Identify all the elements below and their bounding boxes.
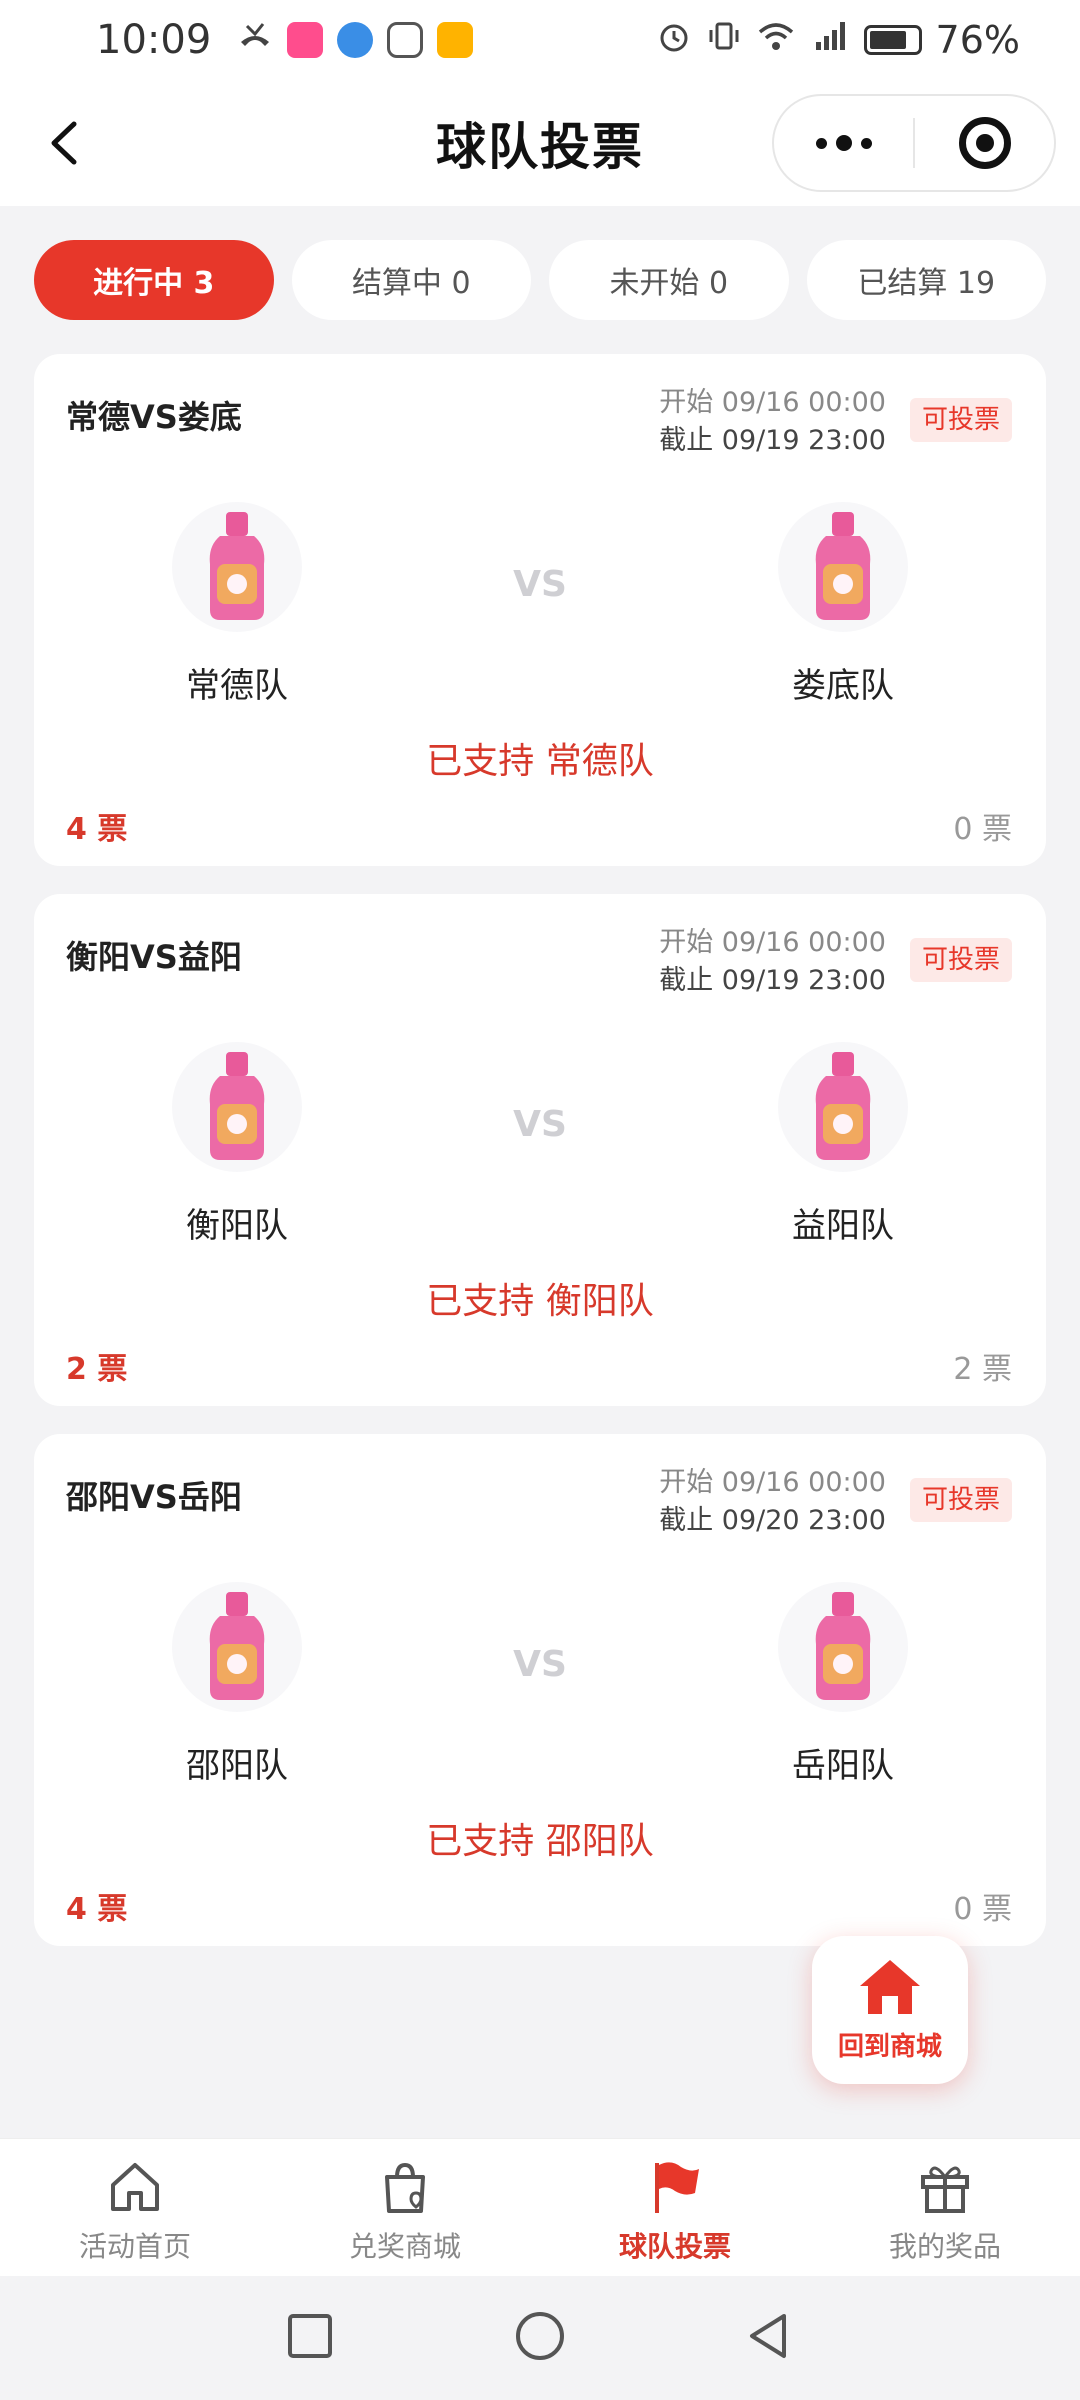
match-card[interactable]: 常德VS娄底 开始 09/16 00:00 截止 09/19 23:00 可投票… [34, 354, 1046, 866]
recent-apps-button[interactable] [282, 2308, 338, 2368]
team-b-votes: 0 票 [953, 1892, 1012, 1927]
bottom-tab-bar: 活动首页 兑奖商城 球队投票 我的奖品 [0, 2138, 1080, 2276]
browser-notification-icon [337, 22, 374, 58]
team-b[interactable]: 娄底队 [728, 502, 958, 707]
more-button[interactable] [774, 96, 913, 190]
video-notification-icon [437, 22, 474, 58]
team-b[interactable]: 益阳队 [728, 1042, 958, 1247]
team-a-name: 常德队 [186, 666, 288, 706]
team-b-name: 益阳队 [792, 1206, 894, 1246]
status-time: 10:09 [96, 17, 212, 63]
team-b-votes: 0 票 [953, 812, 1012, 847]
app-notification-icon [287, 22, 324, 58]
team-a-votes: 2 票 [66, 1352, 128, 1387]
team-b-bottle-image [778, 502, 908, 632]
tabbar-item-team-vote[interactable]: 球队投票 [540, 2139, 810, 2276]
end-time: 截止 09/20 23:00 [659, 1505, 886, 1536]
start-time: 开始 09/16 00:00 [659, 387, 886, 418]
match-time: 开始 09/16 00:00 截止 09/20 23:00 [659, 1464, 886, 1540]
team-a-name: 衡阳队 [186, 1206, 288, 1246]
status-badge: 可投票 [909, 1478, 1012, 1522]
match-title: 衡阳VS益阳 [66, 938, 242, 976]
gift-icon [921, 2166, 969, 2213]
target-circle-icon [958, 117, 1011, 169]
close-mini-program-button[interactable] [915, 96, 1054, 190]
home-system-button[interactable] [512, 2308, 568, 2368]
team-b-name: 娄底队 [792, 666, 894, 706]
match-title: 常德VS娄底 [66, 398, 242, 436]
home-outline-icon [111, 2163, 159, 2211]
tabbar-item-my-prizes[interactable]: 我的奖品 [810, 2139, 1080, 2276]
support-status: 已支持 邵阳队 [426, 1821, 654, 1862]
back-to-mall-label: 回到商城 [837, 2032, 942, 2062]
system-nav-bar [0, 2276, 1080, 2400]
page-title: 球队投票 [436, 118, 644, 176]
red-flag-icon [655, 2162, 699, 2213]
match-title: 邵阳VS岳阳 [66, 1478, 242, 1516]
match-time: 开始 09/16 00:00 截止 09/19 23:00 [659, 924, 886, 1000]
triangle-back-icon [750, 2314, 786, 2358]
tab-in-progress[interactable]: 进行中 3 [34, 240, 274, 320]
end-time: 截止 09/19 23:00 [659, 425, 886, 456]
match-card[interactable]: 邵阳VS岳阳 开始 09/16 00:00 截止 09/20 23:00 可投票… [34, 1434, 1046, 1946]
tabbar-label: 球队投票 [618, 2230, 731, 2263]
shopping-bag-heart-icon [385, 2162, 425, 2213]
nav-header: 球队投票 [0, 80, 1080, 206]
tabbar-label: 我的奖品 [888, 2230, 1001, 2263]
vibrate-icon [706, 18, 742, 63]
back-button[interactable] [36, 110, 96, 176]
wifi-icon [756, 18, 796, 63]
match-time: 开始 09/16 00:00 截止 09/19 23:00 [659, 384, 886, 460]
support-status: 已支持 衡阳队 [426, 1281, 654, 1322]
support-status: 已支持 常德队 [426, 741, 654, 782]
chevron-left-icon [51, 121, 77, 165]
more-dots-icon [815, 135, 872, 151]
end-time: 截止 09/19 23:00 [659, 965, 886, 996]
status-badge: 可投票 [909, 398, 1012, 442]
back-system-button[interactable] [740, 2308, 796, 2368]
tab-settling[interactable]: 结算中 0 [291, 240, 531, 320]
hand-notification-icon [387, 22, 424, 58]
match-card[interactable]: 衡阳VS益阳 开始 09/16 00:00 截止 09/19 23:00 可投票… [34, 894, 1046, 1406]
status-tabs: 进行中 3 结算中 0 未开始 0 已结算 19 [34, 240, 1046, 320]
signal-icon [810, 18, 850, 63]
circle-icon [516, 2312, 564, 2360]
team-a-name: 邵阳队 [186, 1746, 288, 1786]
start-time: 开始 09/16 00:00 [659, 1467, 886, 1498]
team-a-votes: 4 票 [66, 1892, 128, 1927]
alarm-icon [656, 18, 692, 63]
start-time: 开始 09/16 00:00 [659, 927, 886, 958]
team-b[interactable]: 岳阳队 [728, 1582, 958, 1787]
team-b-name: 岳阳队 [792, 1746, 894, 1786]
team-b-bottle-image [778, 1582, 908, 1712]
mini-program-capsule [772, 94, 1056, 192]
status-badge: 可投票 [909, 938, 1012, 982]
tabbar-label: 兑奖商城 [348, 2230, 461, 2263]
square-icon [288, 2314, 332, 2358]
tab-not-started[interactable]: 未开始 0 [549, 240, 789, 320]
home-icon [860, 1960, 920, 2014]
battery-icon [863, 25, 922, 55]
team-b-bottle-image [778, 1042, 908, 1172]
team-a-votes: 4 票 [66, 812, 128, 847]
team-b-votes: 2 票 [953, 1352, 1012, 1387]
tabbar-label: 活动首页 [78, 2230, 191, 2263]
tabbar-item-mall[interactable]: 兑奖商城 [270, 2139, 540, 2276]
tabbar-item-home[interactable]: 活动首页 [0, 2139, 270, 2276]
missed-call-icon [237, 18, 273, 63]
status-bar: 10:09 76% [0, 0, 1080, 80]
back-to-mall-button[interactable]: 回到商城 [812, 1936, 968, 2084]
battery-percent: 76% [935, 18, 1020, 62]
tab-settled[interactable]: 已结算 19 [806, 240, 1046, 320]
